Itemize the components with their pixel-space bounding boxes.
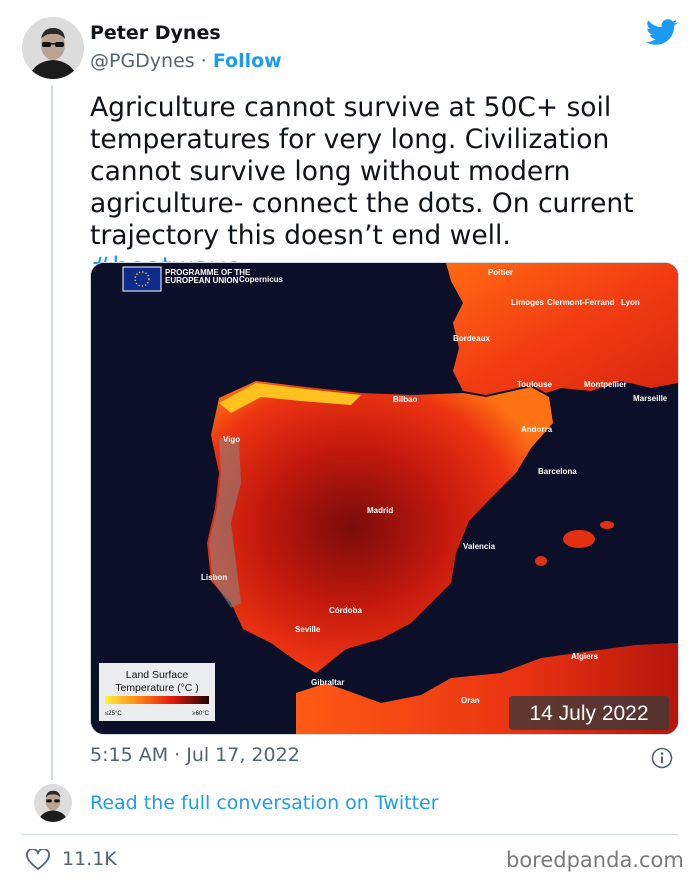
legend-max: ≥60°C [192, 711, 209, 717]
author-handle[interactable]: @PGDynes [90, 50, 195, 72]
separator-dot: · [200, 50, 207, 72]
tweet-body: Agriculture cannot survive at 50C+ soil … [90, 92, 634, 251]
label-valencia: Valencia [463, 542, 496, 551]
label-algiers: Algiers [571, 652, 599, 661]
tweet-text: Agriculture cannot survive at 50C+ soil … [90, 92, 670, 284]
label-lisbon: Lisbon [201, 573, 227, 582]
logo-text-2: EUROPEAN UNION [165, 276, 239, 285]
label-toulouse: Toulouse [517, 380, 553, 389]
legend-title-1: Land Surface [126, 669, 189, 681]
author-avatar[interactable] [22, 17, 84, 79]
label-andorra: Andorra [521, 425, 553, 434]
label-lyon: Lyon [621, 298, 640, 307]
author-name[interactable]: Peter Dynes [90, 22, 221, 44]
label-cordoba: Córdoba [329, 606, 362, 615]
label-marseille: Marseille [633, 394, 668, 403]
map-mallorca [563, 530, 595, 548]
divider [22, 834, 678, 835]
follow-button[interactable]: Follow [213, 50, 282, 72]
like-count[interactable]: 11.1K [62, 848, 117, 870]
label-oran: Oran [461, 696, 480, 705]
legend-min: ≤25°C [105, 711, 122, 717]
eu-flag-icon [122, 266, 162, 292]
legend-color-bar [105, 696, 209, 704]
tweet-media-image[interactable]: PROGRAMME OF THE EUROPEAN UNION Copernic… [90, 262, 679, 735]
label-limoges: Limoges [511, 298, 544, 307]
date-badge: 14 July 2022 [509, 696, 669, 730]
label-barcelona: Barcelona [538, 467, 577, 476]
map-menorca [600, 521, 614, 529]
label-clermont: Clermont-Ferrand [547, 298, 615, 307]
label-madrid: Madrid [367, 506, 393, 515]
temperature-legend: Land Surface Temperature (°C ) ≤25°C ≥60… [99, 663, 215, 721]
heart-icon[interactable] [26, 848, 50, 875]
watermark: boredpanda.com [506, 848, 684, 872]
map-ibiza [535, 556, 547, 566]
label-bordeaux: Bordeaux [453, 334, 490, 343]
label-montpellier: Montpellier [584, 380, 627, 389]
date-badge-text: 14 July 2022 [529, 702, 648, 725]
author-avatar-small[interactable] [34, 784, 72, 822]
map-france [446, 263, 678, 395]
label-vigo: Vigo [223, 435, 240, 444]
label-seville: Seville [295, 625, 321, 634]
author-handle-row: @PGDynes · Follow [90, 50, 282, 72]
label-gibraltar: Gibraltar [311, 678, 344, 687]
twitter-bird-icon[interactable] [646, 19, 678, 50]
legend-title-2: Temperature (°C ) [115, 682, 199, 694]
tweet-timestamp[interactable]: 5:15 AM · Jul 17, 2022 [90, 744, 300, 766]
info-icon[interactable] [651, 747, 673, 773]
copernicus-brand: Copernicus [239, 275, 284, 284]
label-poitier: Poitier [488, 268, 513, 277]
thread-line [51, 86, 53, 780]
label-bilbao: Bilbao [393, 395, 418, 404]
read-conversation-link[interactable]: Read the full conversation on Twitter [90, 792, 439, 814]
